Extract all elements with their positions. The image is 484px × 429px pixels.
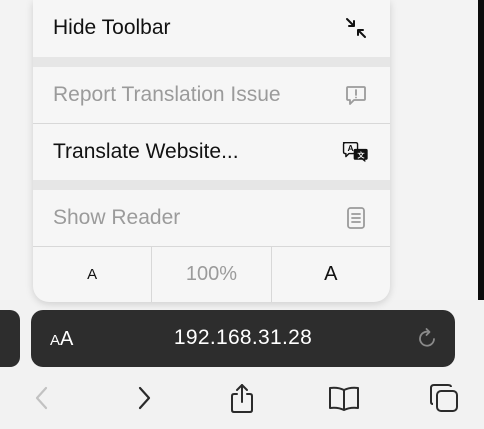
chevron-right-icon <box>134 384 154 417</box>
hide-toolbar-item[interactable]: Hide Toolbar <box>33 0 390 56</box>
reader-page-icon <box>342 204 370 232</box>
book-icon <box>327 384 361 417</box>
show-reader-label: Show Reader <box>53 206 181 229</box>
tabs-button[interactable] <box>426 382 462 418</box>
decrease-text-size-button[interactable]: A <box>33 246 153 302</box>
share-icon <box>228 382 256 419</box>
chevron-left-icon <box>32 384 52 417</box>
menu-separator <box>33 57 390 67</box>
increase-text-size-button[interactable]: A <box>272 246 390 302</box>
reload-icon[interactable] <box>417 326 439 355</box>
share-button[interactable] <box>224 382 260 418</box>
previous-tab-address-bar[interactable] <box>0 310 20 367</box>
arrows-inward-icon <box>342 14 370 42</box>
decrease-text-size-label: A <box>87 265 98 283</box>
url-text: 192.168.31.28 <box>173 326 313 349</box>
page-edge <box>478 0 484 302</box>
exclamation-bubble-icon <box>342 81 370 109</box>
zoom-controls: A 100% A <box>33 246 390 302</box>
report-translation-issue-item[interactable]: Report Translation Issue <box>33 67 390 123</box>
menu-separator <box>33 180 390 190</box>
translate-website-item[interactable]: Translate Website... A 文 <box>33 124 390 180</box>
report-translation-label: Report Translation Issue <box>53 83 281 106</box>
hide-toolbar-label: Hide Toolbar <box>53 16 171 39</box>
svg-text:A: A <box>347 143 353 153</box>
forward-button[interactable] <box>126 382 162 418</box>
zoom-level-button[interactable]: 100% <box>152 246 272 302</box>
show-reader-item[interactable]: Show Reader <box>33 190 390 246</box>
tabs-icon <box>428 382 460 419</box>
svg-text:文: 文 <box>358 150 366 159</box>
zoom-level-value: 100% <box>185 262 238 285</box>
increase-text-size-label: A <box>324 262 338 285</box>
address-bar[interactable]: AA 192.168.31.28 <box>31 310 455 367</box>
back-button[interactable] <box>24 382 60 418</box>
bookmarks-button[interactable] <box>326 382 362 418</box>
page-menu: Hide Toolbar Report Translation Issue Tr… <box>33 0 390 302</box>
translate-icon: A 文 <box>342 138 370 166</box>
translate-website-label: Translate Website... <box>53 140 239 163</box>
